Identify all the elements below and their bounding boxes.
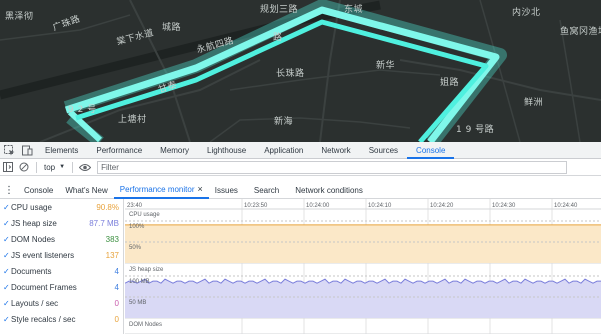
metric-row[interactable]: ✓ CPU usage 90.8%	[0, 199, 123, 215]
tab-console[interactable]: Console	[407, 142, 455, 159]
metric-value: 4	[114, 282, 119, 292]
toolbar-divider	[36, 161, 37, 173]
drawer-tab-performance-monitor[interactable]: Performance monitor ×	[113, 181, 209, 199]
context-value: top	[44, 162, 56, 172]
metric-list: ✓ CPU usage 90.8% ✓ JS heap size 87.7 MB ✓ DOM …	[0, 199, 124, 334]
live-expression-eye-icon[interactable]	[77, 159, 93, 176]
drawer-tab-whats-new[interactable]: What's New	[59, 182, 113, 199]
metric-value: 90.8%	[96, 202, 119, 212]
performance-monitor: ✓ CPU usage 90.8% ✓ JS heap size 87.7 MB ✓ DOM …	[0, 199, 601, 334]
chart-title: JS heap size	[129, 267, 164, 273]
tab-memory[interactable]: Memory	[151, 142, 198, 159]
metric-value: 0	[114, 314, 119, 324]
metric-row[interactable]: ✓ Document Frames 4	[0, 279, 123, 295]
tab-performance[interactable]: Performance	[87, 142, 151, 159]
map-label: 规划三路	[260, 5, 299, 15]
close-tab-icon[interactable]: ×	[198, 181, 203, 198]
filter-input[interactable]: Filter	[97, 160, 568, 174]
console-toolbar: top ▼ Filter	[0, 159, 601, 176]
caret-down-icon: ▼	[59, 164, 66, 170]
drawer-tab-bar: ⋮ Console What's New Performance monitor…	[0, 182, 601, 199]
metric-charts: 23:40 10:23:50 10:24:00 10:24:10 10:24:20 10:…	[125, 199, 601, 334]
time-tick-label: 10:24:40	[554, 203, 578, 209]
checkmark-icon[interactable]: ✓	[3, 283, 11, 292]
drawer-tab-search[interactable]: Search	[244, 182, 285, 199]
metric-row[interactable]: ✓ Documents 4	[0, 263, 123, 279]
devtools-tab-bar: Elements Performance Memory Lighthouse A…	[0, 142, 601, 159]
map-label: 鱼窝冈渔场	[560, 27, 601, 37]
grid-value-label: 50%	[129, 245, 142, 251]
context-selector[interactable]: top ▼	[41, 163, 68, 172]
checkmark-icon[interactable]: ✓	[3, 251, 11, 260]
metric-value: 87.7 MB	[89, 218, 119, 228]
map-label: 东城	[344, 5, 364, 15]
metric-value: 4	[114, 266, 119, 276]
checkmark-icon[interactable]: ✓	[3, 267, 11, 276]
metric-label: JS heap size	[11, 218, 57, 228]
grid-value-label: 50 MB	[129, 300, 146, 306]
map-view[interactable]: 黑泽彻 广珠路 棠下水道 城路 规划三路 路 东城 永航四路 长珠路 新华 姐路…	[0, 0, 601, 142]
metric-row[interactable]: ✓ JS event listeners 137	[0, 247, 123, 263]
tab-application[interactable]: Application	[255, 142, 312, 159]
drawer-tab-console[interactable]: Console	[18, 182, 59, 199]
chart-title: DOM Nodes	[129, 322, 162, 328]
map-label: 城路	[162, 23, 182, 33]
clear-console-icon[interactable]	[16, 159, 32, 176]
metric-area	[125, 279, 601, 318]
chart-canvas: 23:40 10:23:50 10:24:00 10:24:10 10:24:20 10:…	[125, 199, 601, 334]
map-label: 1 9 号路	[456, 125, 495, 135]
time-tick-label: 10:24:10	[368, 203, 392, 209]
sidebar-toggle-icon[interactable]	[0, 159, 16, 176]
checkmark-icon[interactable]: ✓	[3, 203, 11, 212]
metric-label: JS event listeners	[11, 250, 75, 260]
checkmark-icon[interactable]: ✓	[3, 299, 11, 308]
drawer-tab-network-conditions[interactable]: Network conditions	[285, 182, 369, 199]
tab-sources[interactable]: Sources	[360, 142, 407, 159]
toolbar-divider	[72, 161, 74, 173]
time-tick-label: 10:24:00	[306, 203, 330, 209]
metric-label: DOM Nodes	[11, 234, 56, 244]
metric-row[interactable]: ✓ DOM Nodes 383	[0, 231, 123, 247]
time-tick-label: 10:24:30	[492, 203, 516, 209]
metric-label: Document Frames	[11, 282, 77, 292]
map-label: 黑泽彻	[5, 12, 34, 22]
map-label: 内沙北	[512, 8, 541, 18]
grid-value-label: 100%	[129, 224, 145, 230]
map-label: 新华	[376, 61, 396, 71]
metric-row[interactable]: ✓ JS heap size 87.7 MB	[0, 215, 123, 231]
map-label: 长珠路	[276, 69, 305, 79]
metric-row[interactable]: ✓ Layouts / sec 0	[0, 295, 123, 311]
tab-lighthouse[interactable]: Lighthouse	[198, 142, 255, 159]
checkmark-icon[interactable]: ✓	[3, 315, 11, 324]
map-label: 姐路	[440, 78, 460, 88]
map-label: 9 2 号	[68, 105, 97, 115]
metric-value: 383	[105, 234, 119, 244]
map-label: 鲜洲	[524, 98, 544, 108]
grid-value-label: 100 MB	[129, 279, 150, 285]
drawer-tab-label: Performance monitor	[119, 184, 195, 194]
metric-row[interactable]: ✓ Style recalcs / sec 0	[0, 311, 123, 327]
time-tick-label: 10:23:50	[244, 203, 268, 209]
checkmark-icon[interactable]: ✓	[3, 235, 11, 244]
device-toolbar-icon[interactable]	[18, 142, 36, 159]
map-label: 上塘村	[118, 115, 147, 125]
chart-title: CPU usage	[129, 212, 160, 218]
metric-value: 0	[114, 298, 119, 308]
map-label: 路	[273, 33, 283, 43]
tab-network[interactable]: Network	[312, 142, 359, 159]
tab-elements[interactable]: Elements	[36, 142, 87, 159]
metric-label: Layouts / sec	[11, 298, 59, 308]
time-tick-label: 10:24:20	[430, 203, 454, 209]
metric-label: CPU usage	[11, 202, 52, 212]
checkmark-icon[interactable]: ✓	[3, 219, 11, 228]
inspect-element-icon[interactable]	[0, 142, 18, 159]
time-tick-label: 23:40	[127, 203, 143, 209]
drawer-menu-icon[interactable]: ⋮	[0, 182, 18, 199]
metric-area	[125, 224, 601, 263]
map-label: 新海	[274, 117, 294, 127]
metric-value: 137	[105, 250, 119, 260]
metric-label: Documents	[11, 266, 52, 276]
metric-label: Style recalcs / sec	[11, 314, 76, 324]
drawer-tab-issues[interactable]: Issues	[209, 182, 244, 199]
